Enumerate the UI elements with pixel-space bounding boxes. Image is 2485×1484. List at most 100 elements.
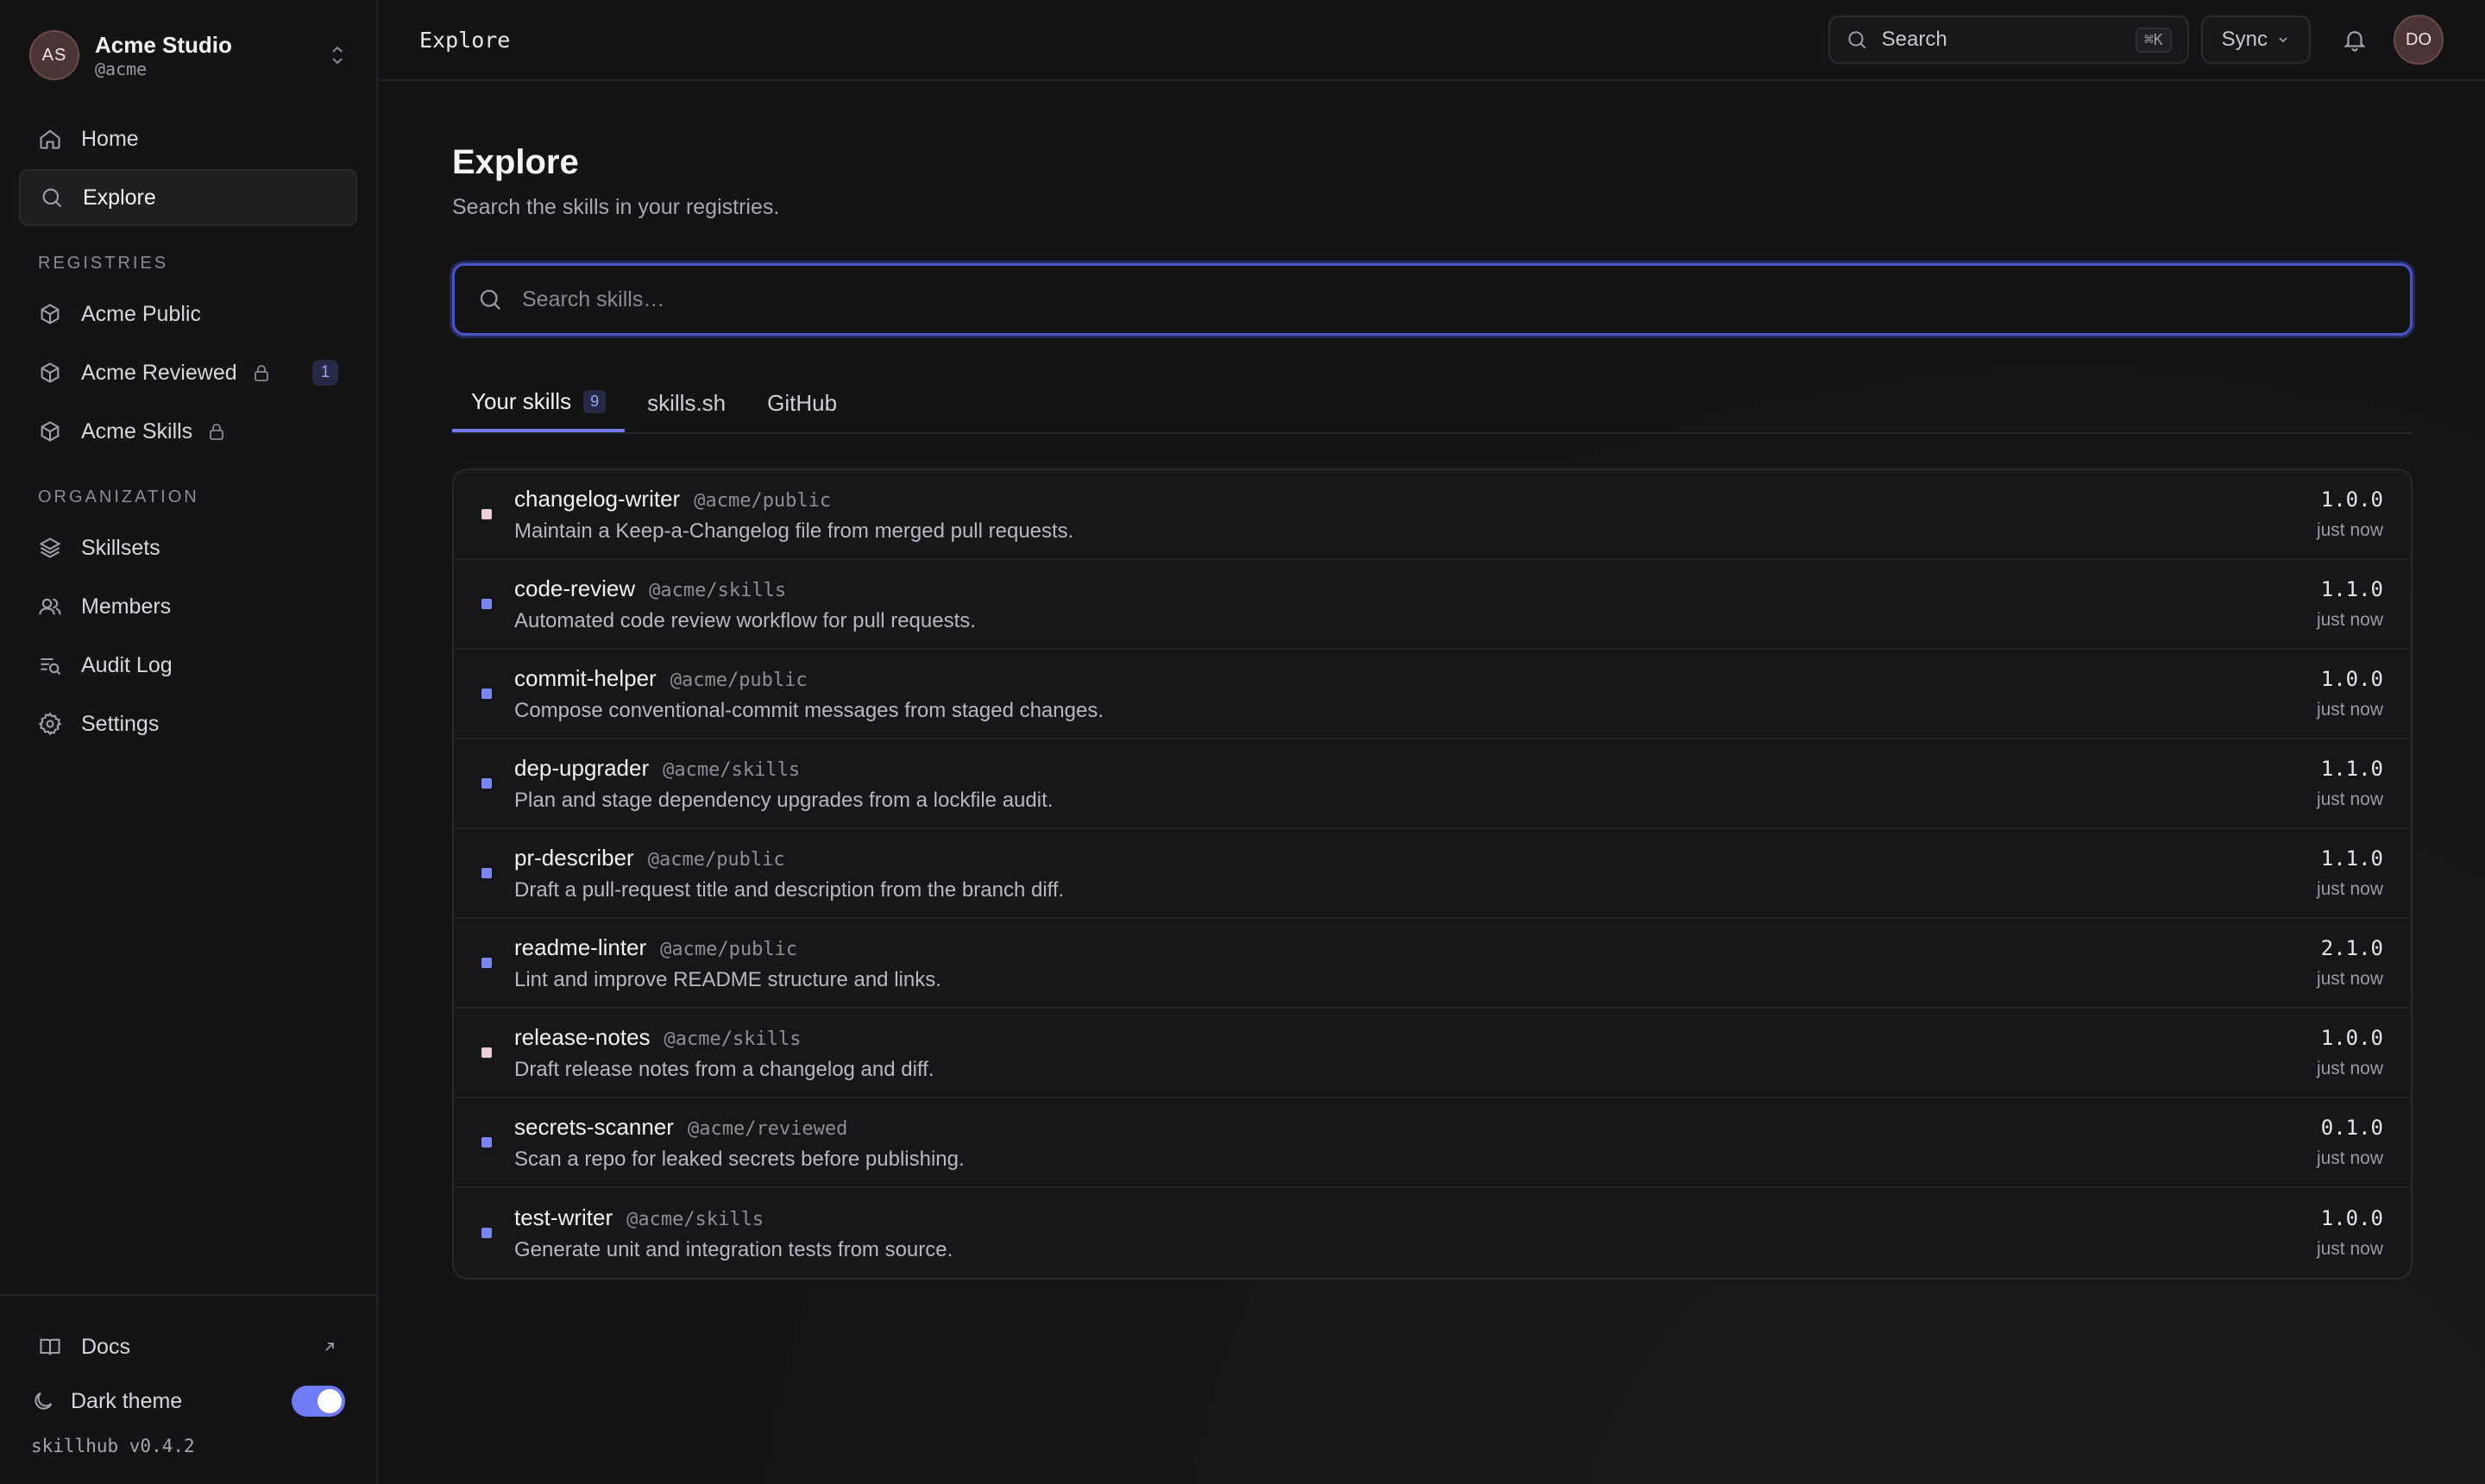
users-icon bbox=[39, 598, 61, 615]
skill-updated: just now bbox=[2316, 789, 2383, 809]
skill-status-dot bbox=[481, 778, 492, 789]
tab-label: GitHub bbox=[767, 389, 838, 416]
tab-label: skills.sh bbox=[647, 389, 727, 416]
skill-name: readme-linter bbox=[514, 934, 647, 960]
skill-status-dot bbox=[481, 1047, 492, 1058]
skill-description: Generate unit and integration tests from… bbox=[514, 1237, 953, 1261]
skill-version: 1.0.0 bbox=[2320, 667, 2383, 691]
skill-version: 1.0.0 bbox=[2320, 1026, 2383, 1050]
toggle-knob bbox=[318, 1389, 342, 1413]
skill-name: secrets-scanner bbox=[514, 1113, 674, 1140]
skill-name: code-review bbox=[514, 575, 636, 601]
user-avatar[interactable]: DO bbox=[2394, 15, 2444, 65]
skill-status-dot bbox=[481, 958, 492, 968]
sidebar-item-explore[interactable]: Explore bbox=[19, 169, 357, 226]
sidebar-item-acme-reviewed[interactable]: Acme Reviewed 1 bbox=[19, 344, 357, 401]
skill-updated: just now bbox=[2316, 1059, 2383, 1078]
search-icon bbox=[42, 188, 62, 208]
skill-version: 1.0.0 bbox=[2320, 1206, 2383, 1230]
sidebar-item-label: Audit Log bbox=[81, 652, 173, 677]
home-icon bbox=[40, 129, 60, 149]
registries-heading: REGISTRIES bbox=[38, 254, 169, 273]
skill-row[interactable]: commit-helper @acme/public Compose conve… bbox=[454, 650, 2411, 739]
docs-label: Docs bbox=[81, 1334, 130, 1359]
skill-description: Lint and improve README structure and li… bbox=[514, 967, 941, 991]
book-icon bbox=[40, 1338, 60, 1355]
skill-row[interactable]: test-writer @acme/skills Generate unit a… bbox=[454, 1188, 2411, 1278]
page-title: Explore bbox=[452, 143, 579, 181]
sidebar-item-label: Explore bbox=[83, 185, 156, 210]
skill-row[interactable]: readme-linter @acme/public Lint and impr… bbox=[454, 919, 2411, 1009]
skill-status-dot bbox=[481, 509, 492, 519]
skill-version: 1.1.0 bbox=[2320, 757, 2383, 781]
skill-scope: @acme/public bbox=[647, 848, 785, 871]
sidebar-item-home[interactable]: Home bbox=[19, 110, 357, 167]
sidebar-item-acme-public[interactable]: Acme Public bbox=[19, 286, 357, 343]
tab-skills-sh[interactable]: skills.sh bbox=[628, 374, 745, 432]
sidebar-item-settings[interactable]: Settings bbox=[19, 695, 357, 752]
tab-count-badge: 9 bbox=[583, 389, 607, 413]
global-search-label: Search bbox=[1881, 28, 1947, 51]
sidebar-item-acme-skills[interactable]: Acme Skills bbox=[19, 403, 357, 460]
sidebar-item-label: Skillsets bbox=[81, 535, 160, 560]
lock-icon bbox=[254, 365, 268, 381]
skill-updated: just now bbox=[2316, 1148, 2383, 1168]
sidebar-item-members[interactable]: Members bbox=[19, 578, 357, 635]
skill-version: 2.1.0 bbox=[2320, 936, 2383, 960]
sidebar-item-audit-log[interactable]: Audit Log bbox=[19, 637, 357, 694]
skill-scope: @acme/public bbox=[670, 669, 808, 691]
dark-theme-toggle[interactable] bbox=[292, 1386, 345, 1417]
skills-search-input[interactable] bbox=[520, 286, 2387, 313]
search-icon bbox=[1847, 31, 1866, 49]
pending-count-badge: 1 bbox=[312, 360, 338, 386]
skill-description: Draft release notes from a changelog and… bbox=[514, 1057, 934, 1081]
sidebar-item-label: Acme Skills bbox=[81, 418, 193, 443]
theme-label: Dark theme bbox=[71, 1388, 183, 1413]
skill-scope: @acme/skills bbox=[663, 758, 801, 781]
sync-button[interactable]: Sync bbox=[2200, 16, 2311, 64]
org-switcher[interactable]: AS Acme Studio @acme bbox=[0, 0, 376, 110]
skill-updated: just now bbox=[2316, 700, 2383, 720]
skill-name: pr-describer bbox=[514, 844, 634, 871]
global-search-button[interactable]: Search ⌘K bbox=[1828, 16, 2189, 64]
skill-updated: just now bbox=[2316, 1239, 2383, 1259]
skills-list: changelog-writer @acme/public Maintain a… bbox=[452, 468, 2413, 1280]
skill-scope: @acme/skills bbox=[664, 1028, 802, 1050]
sidebar-item-label: Acme Reviewed bbox=[81, 360, 237, 385]
sidebar-item-skillsets[interactable]: Skillsets bbox=[19, 519, 357, 576]
organization-heading: ORGANIZATION bbox=[38, 487, 199, 506]
skill-name: release-notes bbox=[514, 1023, 651, 1050]
skill-row[interactable]: changelog-writer @acme/public Maintain a… bbox=[454, 470, 2411, 560]
skill-version: 1.0.0 bbox=[2320, 487, 2383, 512]
topbar-title: Explore bbox=[419, 27, 511, 53]
skill-row[interactable]: secrets-scanner @acme/reviewed Scan a re… bbox=[454, 1098, 2411, 1188]
gear-icon bbox=[38, 712, 62, 736]
skill-version: 1.1.0 bbox=[2320, 846, 2383, 871]
skill-row[interactable]: dep-upgrader @acme/skills Plan and stage… bbox=[454, 739, 2411, 829]
skill-row[interactable]: release-notes @acme/skills Draft release… bbox=[454, 1009, 2411, 1098]
skill-updated: just now bbox=[2316, 610, 2383, 630]
skill-description: Automated code review workflow for pull … bbox=[514, 608, 976, 632]
package-icon bbox=[41, 304, 60, 324]
theme-row: Dark theme bbox=[0, 1375, 376, 1427]
chevron-down-icon bbox=[2279, 37, 2287, 43]
org-name: Acme Studio bbox=[95, 32, 232, 58]
sidebar: AS Acme Studio @acme Home Explore REGIST… bbox=[0, 0, 378, 1484]
skill-row[interactable]: code-review @acme/skills Automated code … bbox=[454, 560, 2411, 650]
bell-icon[interactable] bbox=[2342, 27, 2368, 53]
skill-scope: @acme/public bbox=[660, 938, 798, 960]
tab-your-skills[interactable]: Your skills 9 bbox=[452, 374, 626, 432]
skill-row[interactable]: pr-describer @acme/public Draft a pull-r… bbox=[454, 829, 2411, 919]
package-icon bbox=[41, 421, 60, 442]
external-link-icon bbox=[325, 1343, 334, 1351]
app-version: skillhub v0.4.2 bbox=[31, 1436, 195, 1456]
skill-scope: @acme/skills bbox=[649, 579, 787, 601]
skill-updated: just now bbox=[2316, 879, 2383, 899]
skill-name: test-writer bbox=[514, 1204, 613, 1230]
docs-link[interactable]: Docs bbox=[0, 1318, 376, 1375]
tab-github[interactable]: GitHub bbox=[748, 374, 856, 432]
org-avatar: AS bbox=[29, 30, 79, 80]
skill-status-dot bbox=[481, 868, 492, 878]
topbar: Explore Search ⌘K Sync DO bbox=[378, 0, 2485, 81]
layers-icon bbox=[39, 538, 61, 558]
